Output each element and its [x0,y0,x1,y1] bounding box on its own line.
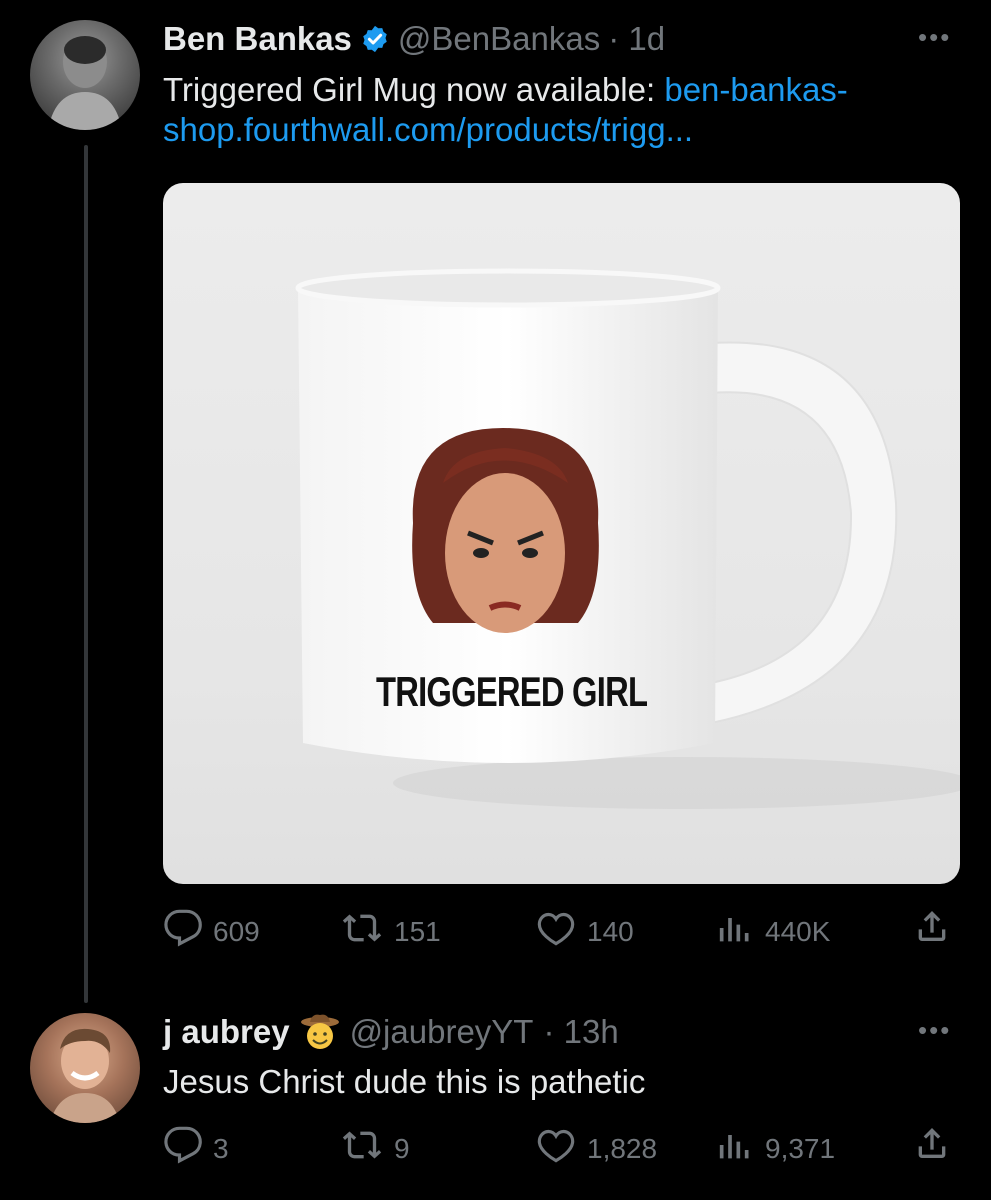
share-button[interactable] [912,906,962,953]
tweet-text: Jesus Christ dude this is pathetic [163,1063,646,1100]
author-name[interactable]: j aubrey [163,1013,290,1051]
heart-icon [535,1125,587,1172]
views-count: 440K [765,915,831,947]
like-count: 1,828 [587,1132,658,1164]
tweet-time[interactable]: · 13h [543,1013,618,1051]
like-button[interactable]: 140 [535,908,634,955]
views-icon [715,908,765,955]
tweet-link-continued[interactable]: shop.fourthwall.com/products/trigg... [163,110,963,150]
repost-icon [340,908,394,955]
tweet-time[interactable]: · 1d [608,20,665,58]
share-icon [912,1123,962,1170]
reply-count: 3 [213,1132,229,1164]
tweet-media-image[interactable]: TRIGGERED GIRL [163,183,960,884]
like-button[interactable]: 1,828 [535,1125,657,1172]
mug-print-text: TRIGGERED GIRL [376,668,648,715]
author-handle[interactable]: @BenBankas [398,20,600,58]
reply-icon [163,1125,213,1172]
reply-button[interactable]: 3 [163,1125,229,1172]
author-name[interactable]: Ben Bankas [163,20,352,58]
views-icon [715,1125,765,1172]
repost-button[interactable]: 151 [340,908,441,955]
views-count: 9,371 [765,1132,836,1164]
views-button[interactable]: 9,371 [715,1125,835,1172]
repost-count: 151 [394,915,441,947]
reply-count: 609 [213,915,260,947]
tweet-1-header: Ben Bankas @BenBankas · 1d [163,20,665,58]
share-icon [912,906,962,953]
tweet-1-text: Triggered Girl Mug now available: ben-ba… [163,70,963,150]
views-button[interactable]: 440K [715,908,830,955]
repost-button[interactable]: 9 [340,1125,410,1172]
cowboy-emoji-icon [300,1013,340,1051]
repost-count: 9 [394,1132,410,1164]
repost-icon [340,1125,394,1172]
thread-line [84,145,88,1003]
tweet-2-header: j aubrey @jaubreyYT · 13h [163,1013,619,1051]
more-icon[interactable]: ••• [918,22,951,53]
author-handle[interactable]: @jaubreyYT [350,1013,534,1051]
tweet-text: Triggered Girl Mug now available: [163,71,665,108]
tweet-link[interactable]: ben-bankas- [664,71,847,108]
verified-badge-icon [360,24,390,54]
avatar-j-aubrey[interactable] [30,1013,140,1123]
reply-icon [163,908,213,955]
more-icon[interactable]: ••• [918,1015,951,1046]
like-count: 140 [587,915,634,947]
heart-icon [535,908,587,955]
reply-button[interactable]: 609 [163,908,260,955]
share-button[interactable] [912,1123,962,1170]
avatar-ben-bankas[interactable] [30,20,140,130]
